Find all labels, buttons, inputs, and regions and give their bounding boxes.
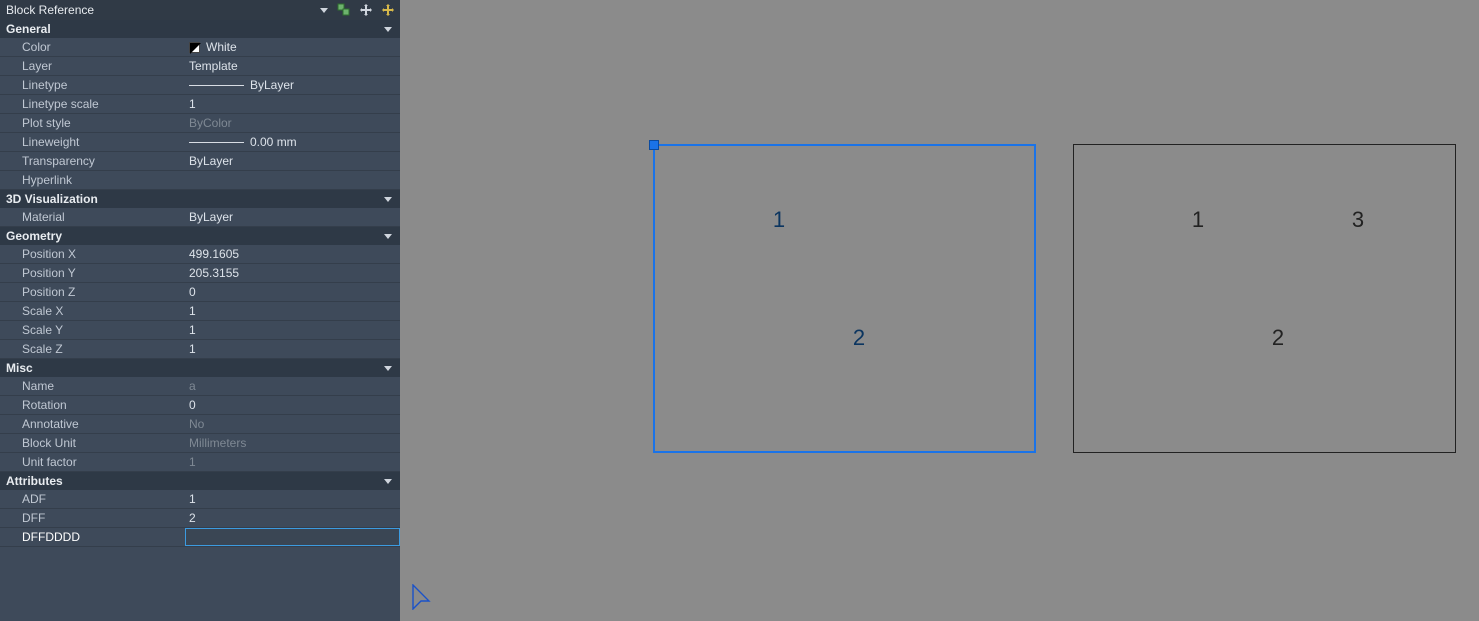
section-general[interactable]: General <box>0 20 400 38</box>
prop-position-y[interactable]: Position Y 205.3155 <box>0 264 400 283</box>
attr-dffdddd-input[interactable] <box>185 528 400 546</box>
properties-panel: Block Reference General Color White Laye… <box>0 0 400 621</box>
prop-transparency[interactable]: Transparency ByLayer <box>0 152 400 171</box>
cursor-icon <box>412 584 432 613</box>
caret-down-icon <box>384 27 392 32</box>
filter-icon[interactable] <box>380 2 396 18</box>
prop-layer[interactable]: Layer Template <box>0 57 400 76</box>
section-attributes[interactable]: Attributes <box>0 472 400 490</box>
attr-dff[interactable]: DFF 2 <box>0 509 400 528</box>
lineweight-preview-icon <box>189 142 244 143</box>
prop-name[interactable]: Name a <box>0 377 400 396</box>
caret-down-icon <box>384 366 392 371</box>
block1-attr-2: 2 <box>853 325 865 351</box>
move-icon[interactable] <box>358 2 374 18</box>
block-instance-selected[interactable] <box>653 144 1036 453</box>
prop-scale-y[interactable]: Scale Y 1 <box>0 321 400 340</box>
section-geometry[interactable]: Geometry <box>0 227 400 245</box>
prop-position-z[interactable]: Position Z 0 <box>0 283 400 302</box>
prop-annotative[interactable]: Annotative No <box>0 415 400 434</box>
prop-material[interactable]: Material ByLayer <box>0 208 400 227</box>
prop-scale-x[interactable]: Scale X 1 <box>0 302 400 321</box>
attr-adf[interactable]: ADF 1 <box>0 490 400 509</box>
section-3d-visualization[interactable]: 3D Visualization <box>0 190 400 208</box>
section-misc[interactable]: Misc <box>0 359 400 377</box>
prop-lineweight[interactable]: Lineweight 0.00 mm <box>0 133 400 152</box>
block2-attr-1: 1 <box>1192 207 1204 233</box>
linetype-preview-icon <box>189 85 244 86</box>
caret-down-icon <box>384 197 392 202</box>
prop-unit-factor[interactable]: Unit factor 1 <box>0 453 400 472</box>
prop-linetype[interactable]: Linetype ByLayer <box>0 76 400 95</box>
block-instance-2[interactable] <box>1073 144 1456 453</box>
caret-down-icon <box>384 234 392 239</box>
block2-attr-2: 2 <box>1272 325 1284 351</box>
block2-attr-3: 3 <box>1352 207 1364 233</box>
attr-dffdddd[interactable]: DFFDDDD <box>0 528 400 547</box>
quick-select-icon[interactable] <box>336 2 352 18</box>
caret-down-icon <box>384 479 392 484</box>
block1-attr-1: 1 <box>773 207 785 233</box>
prop-hyperlink[interactable]: Hyperlink <box>0 171 400 190</box>
prop-position-x[interactable]: Position X 499.1605 <box>0 245 400 264</box>
panel-header: Block Reference <box>0 0 400 20</box>
prop-rotation[interactable]: Rotation 0 <box>0 396 400 415</box>
prop-color[interactable]: Color White <box>0 38 400 57</box>
prop-block-unit[interactable]: Block Unit Millimeters <box>0 434 400 453</box>
prop-plotstyle[interactable]: Plot style ByColor <box>0 114 400 133</box>
panel-title: Block Reference <box>6 3 320 17</box>
prop-ltscale[interactable]: Linetype scale 1 <box>0 95 400 114</box>
drawing-canvas[interactable]: 1 2 1 3 2 <box>400 0 1479 621</box>
prop-scale-z[interactable]: Scale Z 1 <box>0 340 400 359</box>
dropdown-icon[interactable] <box>320 8 328 13</box>
color-swatch-icon <box>189 42 200 53</box>
selection-grip[interactable] <box>649 140 659 150</box>
